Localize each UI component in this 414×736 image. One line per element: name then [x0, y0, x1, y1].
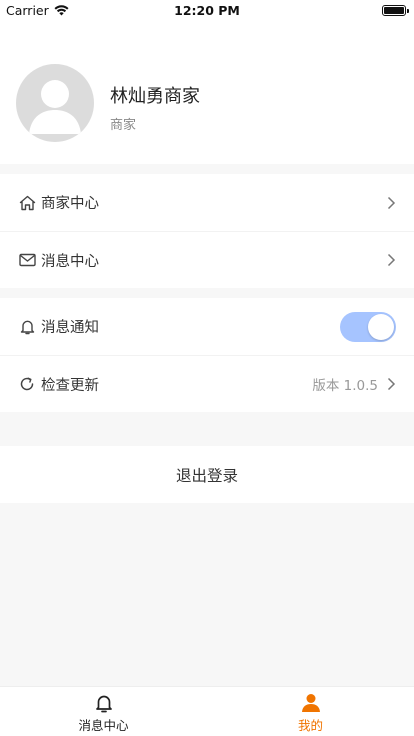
tab-label: 我的 — [297, 718, 323, 733]
person-icon — [300, 693, 322, 713]
bell-icon — [18, 318, 36, 336]
mail-icon — [18, 251, 36, 269]
clock: 12:20 PM — [174, 3, 240, 18]
default-avatar-icon — [29, 80, 81, 134]
avatar[interactable] — [16, 64, 94, 142]
chevron-right-icon — [387, 253, 396, 267]
menu-item-label: 消息中心 — [41, 253, 99, 270]
chevron-right-icon — [387, 196, 396, 209]
menu-item-message-center[interactable]: 消息中心 — [0, 231, 414, 288]
logout-button[interactable]: 退出登录 — [0, 446, 414, 503]
menu-item-label: 检查更新 — [41, 377, 99, 394]
menu-item-label: 消息通知 — [41, 320, 99, 336]
menu-group-settings: 消息通知 检查更新 版本 1.0.5 — [0, 298, 414, 412]
menu-item-merchant-center[interactable]: 商家中心 — [0, 174, 414, 231]
refresh-icon — [18, 375, 36, 393]
home-icon — [18, 194, 36, 212]
merchant-name: 林灿勇商家 — [110, 86, 200, 107]
status-bar: Carrier 12:20 PM — [0, 0, 414, 20]
profile-header: 林灿勇商家 商家 — [0, 20, 414, 164]
notification-toggle[interactable] — [340, 311, 396, 342]
version-text: 版本 1.0.5 — [312, 378, 378, 394]
menu-group-primary: 商家中心 消息中心 — [0, 174, 414, 288]
merchant-role: 商家 — [110, 118, 137, 133]
bell-icon — [93, 693, 115, 713]
menu-item-check-update[interactable]: 检查更新 版本 1.0.5 — [0, 355, 414, 412]
toggle-knob — [368, 313, 394, 340]
tab-message-center[interactable]: 消息中心 — [0, 687, 207, 736]
tab-bar: 消息中心 我的 — [0, 686, 414, 736]
menu-item-label: 商家中心 — [41, 196, 99, 212]
tab-mine[interactable]: 我的 — [207, 687, 414, 736]
tab-label: 消息中心 — [78, 718, 129, 733]
chevron-right-icon — [387, 377, 396, 391]
battery-icon — [382, 5, 409, 16]
menu-item-notification: 消息通知 — [0, 298, 414, 355]
